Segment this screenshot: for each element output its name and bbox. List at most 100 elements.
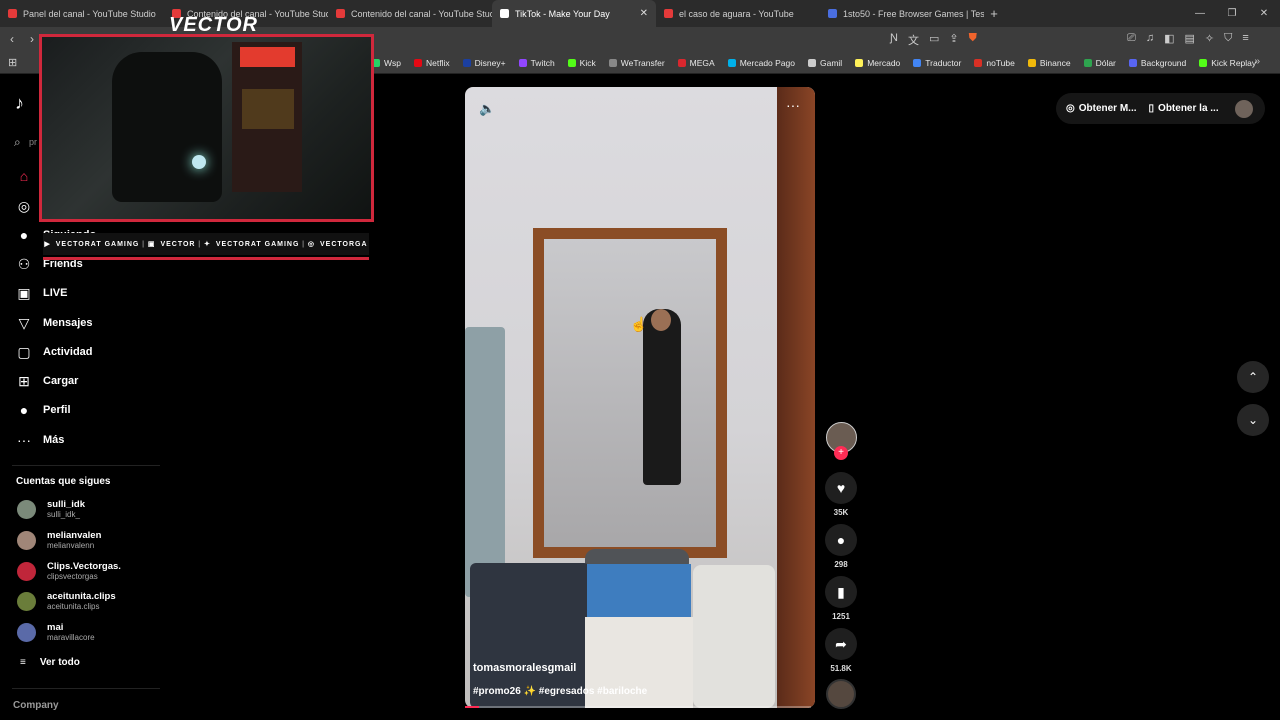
social-platform-icon: ▶ [44, 241, 51, 248]
following-account[interactable]: mai maravillacore [17, 622, 95, 643]
following-account[interactable]: aceitunita.clips aceitunita.clips [17, 591, 116, 612]
new-tab-button[interactable]: + [984, 6, 1004, 21]
video-author[interactable]: tomasmoralesgmail [473, 662, 576, 674]
social-handle: VECTORAT GAMING [55, 240, 140, 248]
share-icon[interactable]: ⇪ [949, 32, 958, 48]
volume-icon[interactable]: 🔈 [479, 101, 495, 117]
bookmark-item[interactable]: Wsp [372, 58, 401, 68]
back-button[interactable]: ‹ [10, 32, 14, 46]
search-icon[interactable]: ⌕ [14, 135, 21, 150]
company-link[interactable]: Company [13, 700, 59, 711]
person-body [643, 309, 681, 485]
top-right-actions: ◎ Obtener M... ▯ Obtener la ... [1056, 93, 1265, 124]
tab-close-icon[interactable]: ✕ [640, 8, 648, 19]
video-player[interactable] [465, 87, 815, 708]
sidebar-item[interactable]: ⊞ Cargar [15, 371, 78, 391]
account-name: melianvalen [47, 530, 102, 541]
bookmark-item[interactable]: WeTransfer [608, 58, 665, 68]
get-app-label: Obtener la ... [1158, 103, 1219, 114]
sidebar-item[interactable]: ● Perfil [15, 400, 71, 420]
shield-icon[interactable]: ⛊ [969, 32, 977, 48]
sidebar-item[interactable]: ▣ LIVE [15, 283, 67, 303]
following-account[interactable]: sulli_idk sulli_idk_ [17, 499, 85, 520]
bookmark-favicon-icon [974, 59, 983, 67]
bookmark-list: Wsp Netflix Disney+ Twitch Kick WeTransfer MEG… [372, 52, 1256, 74]
browser-tab[interactable]: Panel del canal - YouTube Studio [0, 0, 164, 27]
search-input[interactable]: pr [29, 137, 37, 147]
bookmark-item[interactable]: Mercado Pago [727, 58, 795, 68]
bookmark-favicon-icon [1128, 59, 1137, 67]
maximize-button[interactable]: ❐ [1216, 8, 1248, 19]
bookmark-favicon-icon [808, 59, 816, 67]
screenshot-icon[interactable]: ⎚ [1127, 32, 1136, 45]
vpn-icon[interactable]: ⛉ [1224, 32, 1232, 45]
comment-count: 298 [834, 560, 848, 569]
video-progress-bar[interactable] [465, 706, 811, 708]
more-options-icon[interactable]: ··· [786, 97, 800, 113]
minimize-button[interactable]: — [1184, 8, 1216, 19]
menu-icon[interactable]: ≡ [1242, 32, 1248, 45]
next-video-button[interactable]: ⌄ [1237, 404, 1269, 436]
user-avatar[interactable] [1234, 99, 1253, 118]
bookmark-item[interactable]: Netflix [414, 58, 450, 68]
close-window-button[interactable]: ✕ [1248, 8, 1280, 19]
account-avatar [17, 623, 36, 642]
bookmark-item[interactable]: MEGA [677, 58, 715, 68]
share-button[interactable]: ➦ [825, 628, 857, 660]
bookmark-item[interactable]: Dólar [1083, 58, 1116, 68]
follow-button[interactable]: + [834, 446, 848, 460]
bookmark-favicon-icon [1027, 59, 1036, 67]
bookmark-item[interactable]: Disney+ [462, 58, 506, 68]
sidebar-item-label: Mensajes [43, 317, 93, 329]
account-text: aceitunita.clips aceitunita.clips [47, 591, 116, 612]
account-name: Clips.Vectorgas. [47, 561, 121, 572]
browser-tab[interactable]: Contenido del canal - YouTube Studio [328, 0, 492, 27]
bookmark-item[interactable]: Twitch [518, 58, 555, 68]
browser-tab[interactable]: 1sto50 - Free Browser Games | Test Y... [820, 0, 984, 27]
tiktok-logo[interactable]: ♪ [15, 93, 24, 114]
reader-icon[interactable]: Ɲ [890, 32, 898, 48]
bookmark-favicon-icon [677, 59, 686, 67]
apps-grid-icon[interactable]: ⊞ [8, 56, 17, 69]
save-button[interactable]: ▮ [825, 576, 857, 608]
like-button[interactable]: ♥ [825, 472, 857, 504]
account-avatar [17, 500, 36, 519]
coin-icon: ◎ [1066, 103, 1075, 114]
social-bar-accent [43, 257, 369, 260]
previous-video-button[interactable]: ⌃ [1237, 361, 1269, 393]
browser-tab[interactable]: TikTok - Make Your Day ✕ [492, 0, 656, 27]
more-bookmarks-icon[interactable]: » [1254, 56, 1260, 67]
bookmark-item[interactable]: Binance [1027, 58, 1071, 68]
sidebar-icon[interactable]: ◧ [1164, 32, 1174, 45]
sidebar-item[interactable]: ··· Más [15, 430, 64, 450]
bookmark-item[interactable]: Background [1128, 58, 1186, 68]
bookmark-item[interactable]: Traductor [913, 58, 961, 68]
music-icon[interactable]: ♫ [1146, 32, 1154, 45]
following-account[interactable]: Clips.Vectorgas. clipsvectorgas [17, 561, 121, 582]
sidebar-item[interactable]: ▽ Mensajes [15, 313, 93, 333]
bookmark-item[interactable]: Kick [567, 58, 596, 68]
music-disc[interactable] [826, 679, 856, 709]
wallet-icon[interactable]: ▤ [1184, 32, 1194, 45]
cast-icon[interactable]: ▭ [929, 32, 939, 48]
forward-button[interactable]: › [30, 32, 34, 46]
browser-tab[interactable]: el caso de aguara - YouTube [656, 0, 820, 27]
bookmark-item[interactable]: noTube [974, 58, 1015, 68]
following-account[interactable]: melianvalen melianvalenn [17, 530, 101, 551]
get-app-button[interactable]: ▯ Obtener la ... [1149, 103, 1219, 114]
sidebar-item[interactable]: ▢ Actividad [15, 342, 92, 362]
get-coins-button[interactable]: ◎ Obtener M... [1066, 103, 1137, 114]
bookmark-item[interactable]: Mercado [855, 58, 900, 68]
ai-icon[interactable]: ✧ [1205, 32, 1214, 45]
social-links-bar: ▶ VECTORAT GAMING | ▣ VECTOR | ✦ VECTORAT GAMIN… [43, 233, 369, 255]
sidebar-item-icon: ⊞ [18, 372, 30, 389]
see-all-button[interactable]: ≡ Ver todo [20, 657, 80, 668]
bookmark-label: Twitch [530, 58, 555, 68]
video-hashtags[interactable]: #promo26 ✨ #egresados #bariloche [473, 686, 647, 697]
bookmark-item[interactable]: Gamil [808, 58, 842, 68]
comment-button[interactable]: ● [825, 524, 857, 556]
translate-icon[interactable]: 文 [908, 32, 919, 48]
bookmark-item[interactable]: Kick Replay [1199, 58, 1256, 68]
bookmark-label: Netflix [426, 58, 450, 68]
chevron-up-icon: ⌃ [1247, 370, 1259, 384]
